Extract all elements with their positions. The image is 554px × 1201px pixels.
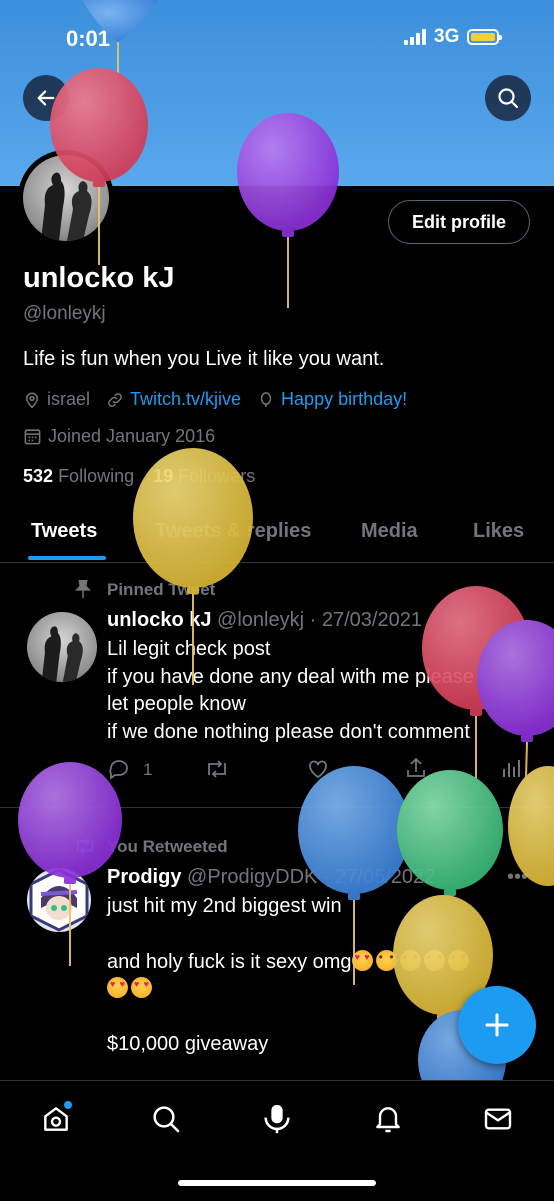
analytics-button[interactable] [500,757,522,786]
tweet-author[interactable]: Prodigy [107,866,181,888]
tweet-header: Prodigy @ProdigyDDK · 27/05/2022 [107,866,436,888]
follow-stats: 532 Following 19 Followers [23,466,255,487]
retweet-icon [208,760,226,778]
emoji [375,949,397,971]
tweet-line: and holy fuck is it sexy omg [107,950,352,973]
heart-eyes-emoji [131,977,152,998]
back-button[interactable] [23,75,69,121]
reply-count: 1 [143,760,153,779]
tweet-handle[interactable]: @ProdigyDDK [187,866,317,888]
compose-tweet-button[interactable] [458,986,536,1064]
profile-website-link[interactable]: Twitch.tv/kjive [130,389,241,410]
anime-avatar-image [29,868,89,932]
home-indicator [178,1180,376,1186]
followers-label: Followers [178,466,256,486]
heart-eyes-emoji [447,949,469,971]
avatar[interactable] [23,155,109,241]
nav-explore[interactable] [148,1101,184,1137]
search-button[interactable] [485,75,531,121]
pin-icon [72,578,94,605]
nav-home[interactable] [38,1101,74,1137]
following-count: 532 [23,466,54,486]
tweet-date: 27/03/2021 [321,609,422,631]
battery-icon [467,29,503,45]
tweet-author[interactable]: unlocko kJ [107,609,211,631]
tweet-avatar[interactable] [27,612,97,682]
tweet-avatar[interactable] [27,868,91,932]
share-button[interactable] [404,756,428,785]
tweet-handle[interactable]: @lonleykj [217,609,304,631]
status-indicators: 3G [404,26,503,48]
tab-tweets-replies[interactable]: Tweets & replies [155,520,311,543]
balloon-icon [260,391,272,407]
search-icon [498,88,519,109]
profile-meta-row: israel Twitch.tv/kjive Happy birthday! [23,389,407,410]
followers-count: 19 [153,466,174,486]
edit-profile-button[interactable]: Edit profile [388,200,530,244]
status-time: 0:01 [66,26,111,51]
joined-date: Joined January 2016 [48,426,216,446]
heart-eyes-emoji [351,949,373,971]
profile-handle: @lonleykj [23,303,106,324]
following-link[interactable]: 532 Following [23,466,134,486]
tweet-divider [0,807,554,808]
profile-location: israel [47,389,91,409]
explore-icon [153,1106,180,1133]
location-icon [25,392,39,409]
like-button[interactable] [306,757,330,786]
retweet-context: You Retweeted [107,837,228,856]
heart-icon [309,760,327,779]
spaces-icon [264,1104,290,1134]
signal-icon [404,29,426,45]
notifications-icon [376,1107,400,1133]
tweet-line: if you have done any deal with me please [107,665,474,688]
nav-notifications[interactable] [370,1101,406,1137]
profile-bio: Life is fun when you Live it like you wa… [23,348,385,370]
tweet-line: just hit my 2nd biggest win [107,895,342,917]
birthday-link[interactable]: Happy birthday! [281,389,407,410]
pinned-label: Pinned Tweet [107,580,216,599]
calendar-icon [24,429,41,445]
arrow-left-icon [37,90,55,106]
nav-messages[interactable] [480,1101,516,1137]
notification-dot [64,1101,72,1109]
messages-icon [484,1108,512,1130]
tweet-line: let people know [107,693,246,715]
heart-eyes-emoji [107,977,128,998]
tweet-line: if we done nothing please don't comment [107,720,470,743]
tweet-line-with-emoji: and holy fuck is it sexy omg [107,949,527,977]
tab-likes[interactable]: Likes [473,520,524,543]
plus-icon [485,1013,509,1037]
emoji [423,949,445,971]
nav-spaces[interactable] [259,1101,295,1137]
following-label: Following [58,466,135,486]
reply-button[interactable] [107,757,131,786]
profile-name: unlocko kJ [23,262,175,294]
more-options-icon[interactable]: ••• [507,866,528,889]
avatar-silhouette-image [41,172,92,241]
link-icon [108,392,122,407]
tab-media[interactable]: Media [361,520,418,543]
active-tab-indicator [28,556,106,560]
tab-tweets[interactable]: Tweets [31,520,97,543]
reply-icon [109,760,128,780]
tweet-header: unlocko kJ @lonleykj · 27/03/2021 [107,609,422,631]
retweeted-icon [72,835,98,862]
tweet-body: Lil legit check post if you have done an… [107,636,474,746]
network-type: 3G [434,26,460,47]
avatar-silhouette-image [41,626,83,682]
joined-row: Joined January 2016 [23,426,215,447]
analytics-icon [503,760,520,777]
tweet-date: 27/05/2022 [335,866,436,888]
retweet-button[interactable] [204,757,230,786]
share-icon [407,757,425,777]
emoji [399,949,421,971]
followers-link[interactable]: 19 Followers [153,466,255,486]
tweet-line: Lil legit check post [107,638,271,660]
